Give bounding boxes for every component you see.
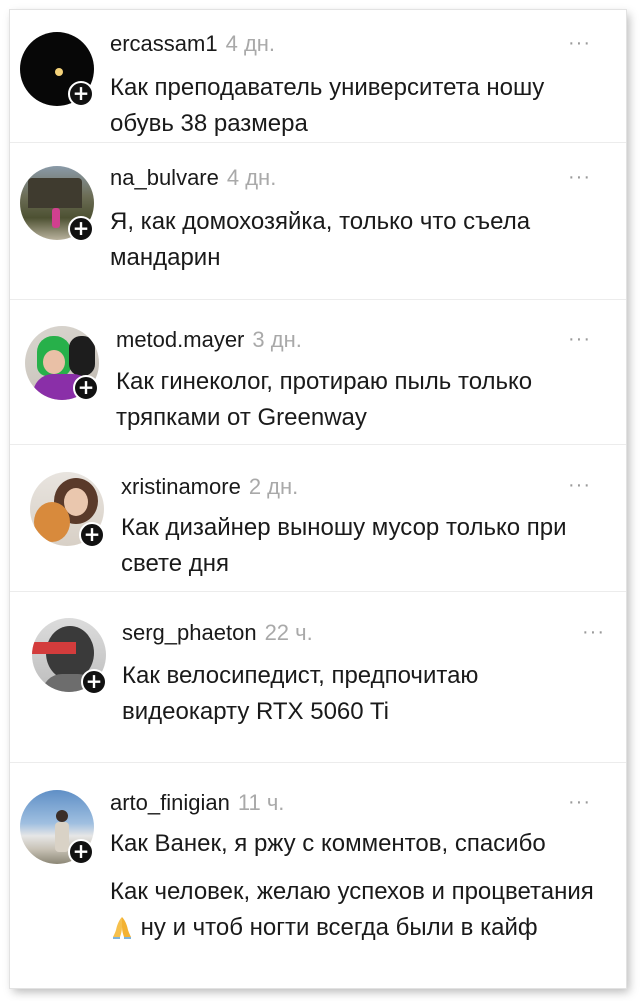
follow-plus-icon[interactable]: + bbox=[73, 375, 99, 401]
divider bbox=[10, 299, 626, 300]
follow-plus-icon[interactable]: + bbox=[68, 81, 94, 107]
follow-plus-icon[interactable]: + bbox=[79, 522, 105, 548]
timestamp: 22 ч. bbox=[264, 620, 313, 645]
more-dots-icon[interactable]: ··· bbox=[568, 329, 598, 349]
comments-panel: + ercassam1 4 дн. ··· Как преподаватель у… bbox=[10, 10, 626, 988]
comment-text: Как Ванек, я ржу с комментов, спасибо bbox=[110, 830, 546, 857]
follow-plus-icon[interactable]: + bbox=[68, 216, 94, 242]
comment-text: Как преподаватель университета ношу обув… bbox=[110, 74, 545, 137]
username[interactable]: ercassam1 4 дн. bbox=[110, 31, 275, 57]
timestamp: 2 дн. bbox=[248, 474, 299, 499]
username-text[interactable]: arto_finigian bbox=[110, 790, 230, 815]
divider bbox=[10, 762, 626, 763]
avatar-light-dot bbox=[55, 68, 63, 76]
username[interactable]: na_bulvare 4 дн. bbox=[110, 165, 276, 191]
username-text[interactable]: serg_phaeton bbox=[122, 620, 257, 645]
more-dots-icon[interactable]: ··· bbox=[568, 792, 598, 812]
folded-hands-emoji bbox=[110, 914, 134, 940]
timestamp: 11 ч. bbox=[237, 790, 285, 815]
username-text[interactable]: ercassam1 bbox=[110, 31, 218, 56]
timestamp: 4 дн. bbox=[226, 165, 277, 190]
username[interactable]: serg_phaeton 22 ч. bbox=[122, 620, 313, 646]
username[interactable]: arto_finigian 11 ч. bbox=[110, 790, 284, 816]
avatar-cat bbox=[34, 502, 70, 542]
avatar-house bbox=[28, 178, 82, 208]
timestamp: 3 дн. bbox=[252, 327, 302, 352]
avatar-figure bbox=[52, 208, 60, 228]
more-dots-icon[interactable]: ··· bbox=[582, 622, 612, 642]
username-text[interactable]: na_bulvare bbox=[110, 165, 219, 190]
avatar-body bbox=[55, 822, 69, 852]
username[interactable]: metod.mayer 3 дн. bbox=[116, 327, 302, 353]
more-dots-icon[interactable]: ··· bbox=[568, 475, 598, 495]
follow-plus-icon[interactable]: + bbox=[81, 669, 107, 695]
avatar-cat bbox=[69, 336, 95, 376]
divider bbox=[10, 142, 626, 143]
comment-text: Как дизайнер выношу мусор только при све… bbox=[121, 514, 567, 577]
username-text[interactable]: metod.mayer bbox=[116, 327, 244, 352]
more-dots-icon[interactable]: ··· bbox=[568, 167, 598, 187]
comment-text: Как гинеколог, протираю пыль только тряп… bbox=[116, 368, 533, 431]
comment-text: Я, как домохозяйка, только что съела ман… bbox=[110, 208, 531, 271]
username-text[interactable]: xristinamore bbox=[121, 474, 241, 499]
divider bbox=[10, 444, 626, 445]
more-dots-icon[interactable]: ··· bbox=[568, 33, 598, 53]
avatar-stripe bbox=[32, 642, 76, 654]
username[interactable]: xristinamore 2 дн. bbox=[121, 474, 298, 500]
follow-plus-icon[interactable]: + bbox=[68, 839, 94, 865]
timestamp: 4 дн. bbox=[225, 31, 276, 56]
divider bbox=[10, 591, 626, 592]
comment-text-second: Как человек, желаю успехов и процветания… bbox=[110, 878, 594, 941]
avatar-head bbox=[56, 810, 68, 822]
avatar-face bbox=[43, 350, 65, 374]
comment-text: Как велосипедист, предпочитаю видеокарту… bbox=[122, 662, 479, 725]
